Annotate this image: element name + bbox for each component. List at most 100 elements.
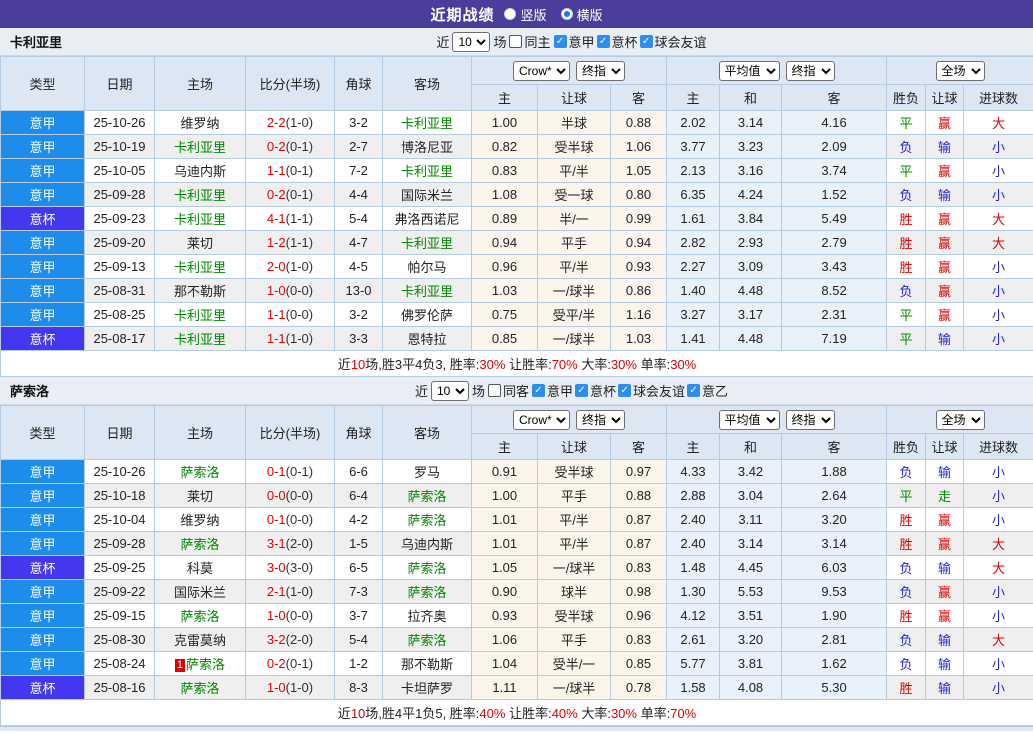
filter-checkbox-checked[interactable]: ✓意乙 xyxy=(687,381,728,400)
corner-cell: 6-4 xyxy=(335,484,383,508)
away-team-name: 帕尔马 xyxy=(407,260,446,275)
checkbox-checked-icon[interactable]: ✓ xyxy=(532,384,545,397)
odds-source-select[interactable]: Crow* xyxy=(513,410,570,430)
away-team-cell: 恩特拉 xyxy=(383,327,472,351)
result-cell: 负 xyxy=(887,652,926,676)
score-cell: 2-2(1-0) xyxy=(246,111,335,135)
filter-checkbox-checked[interactable]: ✓意甲 xyxy=(554,32,595,51)
radio-icon[interactable] xyxy=(561,8,573,20)
match-count-select[interactable]: 10 xyxy=(431,381,469,401)
score-cell: 1-0(1-0) xyxy=(246,676,335,700)
corner-cell: 5-4 xyxy=(335,628,383,652)
filter-checkbox-checked[interactable]: ✓球会友谊 xyxy=(618,381,685,400)
checkbox-checked-icon[interactable]: ✓ xyxy=(687,384,700,397)
average-odds-cell: 4.48 xyxy=(720,279,782,303)
handicap-odds-cell: 1.01 xyxy=(472,508,538,532)
handicap-odds-cell: 0.78 xyxy=(611,676,667,700)
away-team-name: 弗洛西诺尼 xyxy=(394,212,459,227)
handicap-odds-cell: 1.00 xyxy=(472,111,538,135)
filter-checkbox-checked[interactable]: ✓意杯 xyxy=(575,381,616,400)
average-odds-cell: 4.16 xyxy=(782,111,887,135)
average-odds-cell: 2.82 xyxy=(667,231,720,255)
checkbox-checked-icon[interactable]: ✓ xyxy=(554,35,567,48)
average-odds-cell: 1.90 xyxy=(782,604,887,628)
layout-radio-unselected[interactable]: 竖版 xyxy=(504,5,546,24)
results-table: 类型 日期 主场 比分(半场) 角球 客场 Crow* 终指 平均值 xyxy=(0,56,1033,377)
fulltime-score: 1-0 xyxy=(267,608,286,623)
score-cell: 4-1(1-1) xyxy=(246,207,335,231)
filter-checkbox-checked[interactable]: ✓意甲 xyxy=(532,381,573,400)
home-team-cell: 莱切 xyxy=(155,484,246,508)
checkbox-unchecked-icon[interactable] xyxy=(488,384,501,397)
home-team-cell: 卡利亚里 xyxy=(155,183,246,207)
average-odds-cell: 1.61 xyxy=(667,207,720,231)
result-cell: 负 xyxy=(887,183,926,207)
average-odds-cell: 4.33 xyxy=(667,460,720,484)
result-cell: 负 xyxy=(887,460,926,484)
bottom-strip xyxy=(0,726,1033,731)
odds-time-select[interactable]: 终指 xyxy=(576,410,625,430)
home-team-cell: 卡利亚里 xyxy=(155,255,246,279)
away-team-cell: 萨索洛 xyxy=(383,580,472,604)
average-select[interactable]: 平均值 xyxy=(719,61,780,81)
handicap-result-cell: 输 xyxy=(926,652,964,676)
checkbox-checked-icon[interactable]: ✓ xyxy=(575,384,588,397)
home-team-name: 卡利亚里 xyxy=(174,308,226,323)
odds-source-select[interactable]: Crow* xyxy=(513,61,570,81)
checkbox-checked-icon[interactable]: ✓ xyxy=(640,35,653,48)
same-venue-checkbox[interactable]: 同客 xyxy=(488,381,529,400)
table-row: 意甲25-08-241萨索洛0-2(0-1)1-2那不勒斯1.04受半/一0.8… xyxy=(1,652,1033,676)
scope-group: 全场 xyxy=(887,406,1033,434)
handicap-odds-cell: 0.86 xyxy=(611,279,667,303)
checkbox-checked-icon[interactable]: ✓ xyxy=(597,35,610,48)
away-team-name: 萨索洛 xyxy=(407,585,446,600)
average-select[interactable]: 平均值 xyxy=(719,410,780,430)
fulltime-score: 1-1 xyxy=(267,163,286,178)
league-type-cell: 意甲 xyxy=(1,255,85,279)
handicap-result-cell: 输 xyxy=(926,628,964,652)
handicap-odds-cell: 1.04 xyxy=(472,652,538,676)
odds-time-select[interactable]: 终指 xyxy=(576,61,625,81)
checkbox-unchecked-icon[interactable] xyxy=(509,35,522,48)
filter-prefix-label: 近 xyxy=(415,381,428,400)
radio-icon[interactable] xyxy=(504,8,516,20)
filter-checkbox-checked[interactable]: ✓意杯 xyxy=(597,32,638,51)
date-cell: 25-09-15 xyxy=(85,604,155,628)
home-team-cell: 卡利亚里 xyxy=(155,303,246,327)
same-venue-checkbox[interactable]: 同主 xyxy=(509,32,550,51)
average-time-select[interactable]: 终指 xyxy=(786,61,835,81)
handicap-odds-cell: 一/球半 xyxy=(538,556,611,580)
result-cell: 负 xyxy=(887,628,926,652)
score-cell: 1-0(0-0) xyxy=(246,279,335,303)
filter-checkbox-checked[interactable]: ✓球会友谊 xyxy=(640,32,707,51)
halftime-score: (0-1) xyxy=(286,187,313,202)
odds-source-group: Crow* 终指 xyxy=(472,57,667,85)
average-odds-cell: 8.52 xyxy=(782,279,887,303)
checkbox-checked-icon[interactable]: ✓ xyxy=(618,384,631,397)
average-odds-cell: 1.41 xyxy=(667,327,720,351)
average-odds-cell: 2.88 xyxy=(667,484,720,508)
halftime-score: (2-0) xyxy=(286,632,313,647)
handicap-result-cell: 赢 xyxy=(926,532,964,556)
league-type-cell: 意甲 xyxy=(1,484,85,508)
handicap-odds-cell: 0.96 xyxy=(472,255,538,279)
handicap-result-cell: 输 xyxy=(926,183,964,207)
corner-cell: 13-0 xyxy=(335,279,383,303)
average-time-select[interactable]: 终指 xyxy=(786,410,835,430)
match-count-select[interactable]: 10 xyxy=(452,32,490,52)
average-odds-cell: 3.09 xyxy=(720,255,782,279)
halftime-score: (1-0) xyxy=(286,331,313,346)
average-odds-cell: 3.11 xyxy=(720,508,782,532)
scope-select[interactable]: 全场 xyxy=(936,61,985,81)
average-odds-cell: 7.19 xyxy=(782,327,887,351)
scope-select[interactable]: 全场 xyxy=(936,410,985,430)
halftime-score: (1-1) xyxy=(286,211,313,226)
away-team-cell: 那不勒斯 xyxy=(383,652,472,676)
sub-header-handicap: 让球 xyxy=(538,434,611,460)
average-odds-cell: 3.20 xyxy=(720,628,782,652)
date-cell: 25-08-24 xyxy=(85,652,155,676)
layout-radio-selected[interactable]: 横版 xyxy=(561,5,603,24)
average-odds-cell: 3.84 xyxy=(720,207,782,231)
away-team-name: 卡利亚里 xyxy=(401,164,453,179)
handicap-odds-cell: 1.06 xyxy=(611,135,667,159)
